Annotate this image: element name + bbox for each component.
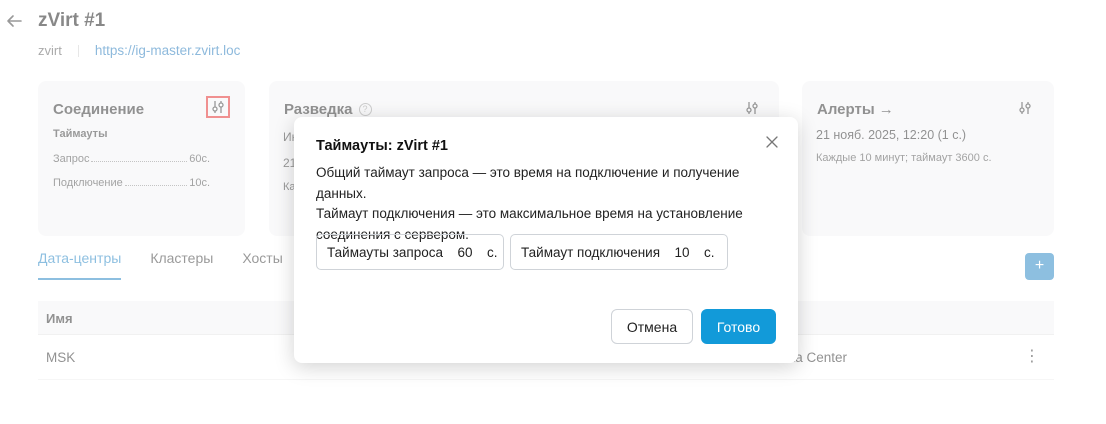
request-timeout-field: Таймауты запроса с. xyxy=(316,234,504,270)
timeouts-dialog: Таймауты: zVirt #1 Общий таймаут запроса… xyxy=(294,117,798,363)
connect-timeout-unit: с. xyxy=(704,244,715,260)
request-timeout-label: Таймауты запроса xyxy=(327,244,443,260)
dialog-title: Таймауты: zVirt #1 xyxy=(316,138,448,154)
connect-timeout-label: Таймаут подключения xyxy=(521,244,661,260)
connect-timeout-field: Таймаут подключения с. xyxy=(510,234,728,270)
done-button[interactable]: Готово xyxy=(701,309,776,344)
close-icon[interactable] xyxy=(764,134,780,150)
dialog-description-line: Общий таймаут запроса — это время на под… xyxy=(316,165,740,201)
dialog-description-line: Таймаут подключения — это максимальное в… xyxy=(316,206,743,221)
request-timeout-unit: с. xyxy=(487,244,498,260)
cancel-button[interactable]: Отмена xyxy=(611,309,693,344)
request-timeout-input[interactable] xyxy=(447,244,483,260)
dialog-description: Общий таймаут запроса — это время на под… xyxy=(316,163,786,245)
connect-timeout-input[interactable] xyxy=(664,244,701,260)
